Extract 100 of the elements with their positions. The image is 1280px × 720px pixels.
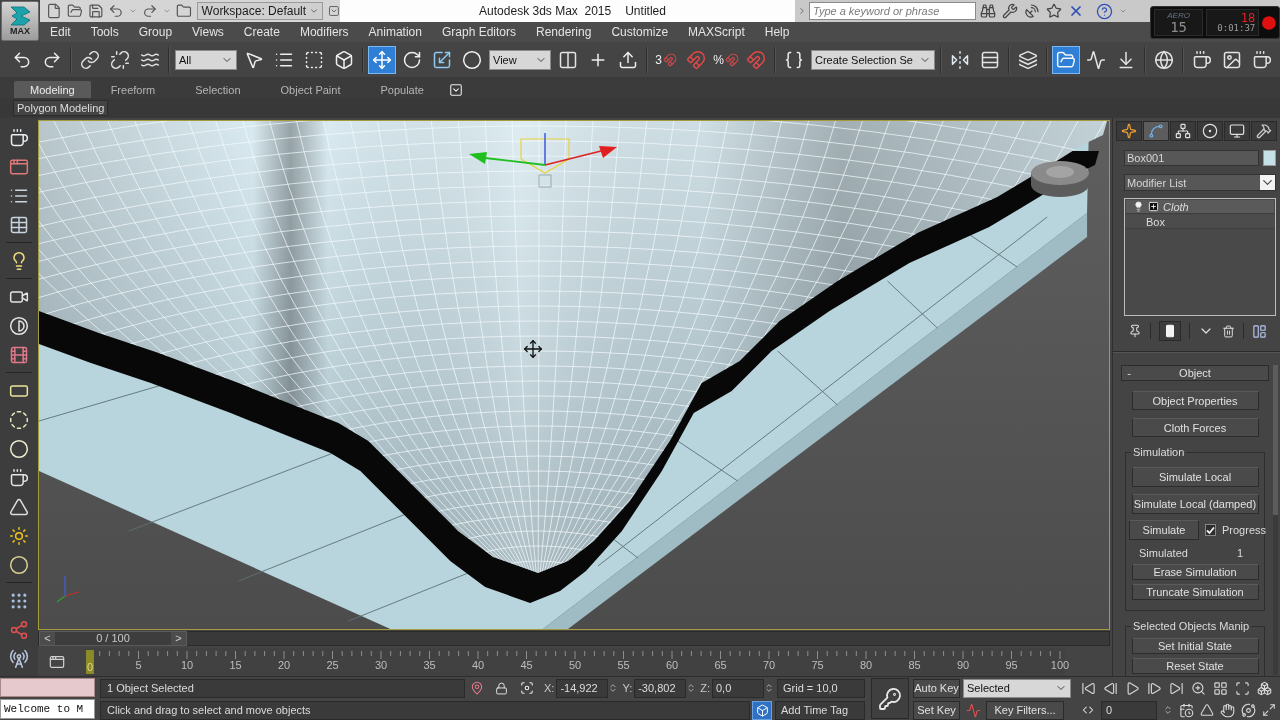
toolbar-dropdown[interactable]: Create Selection Se bbox=[811, 49, 935, 70]
cloth-scene-drawing[interactable] bbox=[39, 121, 1109, 629]
half-circle-icon[interactable] bbox=[9, 315, 29, 336]
plus-box-icon[interactable] bbox=[1148, 201, 1159, 212]
folder-icon[interactable] bbox=[66, 3, 83, 19]
x-icon[interactable] bbox=[1068, 3, 1084, 19]
menu-item[interactable]: Help bbox=[754, 22, 800, 42]
lightbulb-icon[interactable] bbox=[1133, 201, 1144, 212]
move-button[interactable] bbox=[368, 45, 396, 74]
object-name-field[interactable]: Box001 bbox=[1124, 150, 1260, 166]
frame-field[interactable]: 0 bbox=[1101, 700, 1157, 720]
table-icon[interactable] bbox=[9, 214, 29, 235]
menu-item[interactable]: Customize bbox=[601, 22, 679, 42]
file-icon[interactable] bbox=[46, 3, 62, 19]
ribbon-tab[interactable]: Selection bbox=[175, 81, 261, 98]
app-menu-button[interactable]: MAX bbox=[1, 1, 39, 41]
film-icon[interactable] bbox=[9, 344, 29, 365]
command-button[interactable]: Reset State bbox=[1131, 658, 1259, 674]
nodes-icon[interactable] bbox=[9, 619, 29, 640]
ribbon-tab[interactable]: Populate bbox=[360, 81, 444, 98]
command-button[interactable]: Set Initial State bbox=[1131, 638, 1259, 654]
command-button[interactable]: Cloth Forces bbox=[1131, 418, 1259, 437]
toolbar-dropdown[interactable]: All bbox=[175, 49, 237, 70]
key-button[interactable] bbox=[871, 678, 909, 719]
menu-item[interactable]: Create bbox=[233, 22, 290, 42]
cube-icon[interactable] bbox=[752, 700, 772, 720]
command-panel-tab[interactable] bbox=[1170, 121, 1196, 141]
menu-item[interactable]: Modifiers bbox=[289, 22, 359, 42]
workspace-dropdown[interactable]: Workspace: Default bbox=[196, 2, 324, 20]
grid-icon[interactable] bbox=[1213, 680, 1228, 696]
next-frame-button[interactable]: > bbox=[171, 632, 186, 645]
dropdown-icon[interactable] bbox=[328, 5, 340, 17]
ribbon-tab[interactable]: Modeling bbox=[14, 81, 91, 98]
time-tag-field[interactable]: Add Time Tag bbox=[775, 700, 865, 720]
menu-item[interactable]: Animation bbox=[358, 22, 432, 42]
command-panel-tab[interactable] bbox=[1143, 121, 1169, 141]
dashed-circle-icon[interactable] bbox=[9, 409, 29, 430]
chevrons-icon[interactable] bbox=[1081, 703, 1095, 717]
folder-icon[interactable] bbox=[175, 3, 192, 19]
help-icon[interactable] bbox=[1096, 2, 1113, 20]
star-icon[interactable] bbox=[1046, 3, 1062, 19]
up-down-arrows-icon[interactable] bbox=[608, 683, 619, 693]
menu-item[interactable]: Views bbox=[182, 22, 234, 42]
sun-icon[interactable] bbox=[9, 525, 29, 546]
command-panel-tab[interactable] bbox=[1116, 121, 1142, 141]
circle-icon[interactable] bbox=[9, 438, 29, 459]
calendar-icon[interactable] bbox=[1179, 702, 1194, 718]
color-swatch[interactable] bbox=[1263, 150, 1276, 166]
corners-icon[interactable] bbox=[1235, 680, 1250, 696]
command-panel-tab[interactable] bbox=[1197, 121, 1223, 141]
coordinate-field[interactable]: -14,922 bbox=[556, 678, 609, 698]
pin-icon[interactable] bbox=[1128, 324, 1142, 338]
key-mode-dropdown[interactable]: Selected bbox=[963, 678, 1071, 698]
redo-icon[interactable] bbox=[142, 3, 158, 19]
command-button[interactable]: Simulate bbox=[1129, 520, 1199, 540]
scrollbar[interactable] bbox=[1273, 365, 1278, 675]
map-pin-icon[interactable] bbox=[470, 681, 484, 695]
modifier-list-dropdown[interactable]: Modifier List bbox=[1124, 174, 1276, 191]
dropdown-icon[interactable] bbox=[448, 82, 463, 97]
binoculars-icon[interactable] bbox=[980, 3, 996, 19]
snap-button[interactable]: 3 bbox=[652, 45, 680, 74]
toolbar-dropdown[interactable]: View bbox=[489, 49, 551, 70]
ribbon-panel-label[interactable]: Polygon Modeling bbox=[13, 100, 109, 116]
up-down-arrows-icon[interactable] bbox=[686, 683, 697, 693]
menu-item[interactable]: Rendering bbox=[526, 22, 602, 42]
step-forward-icon[interactable] bbox=[1147, 680, 1162, 696]
time-slider-track[interactable]: < 0 / 100 > bbox=[38, 631, 1110, 646]
key-filters-button[interactable]: Key Filters... bbox=[986, 700, 1064, 720]
command-button[interactable]: Truncate Simulation bbox=[1131, 584, 1259, 600]
command-button[interactable]: Erase Simulation bbox=[1131, 564, 1259, 580]
command-panel-tab[interactable] bbox=[1224, 121, 1250, 141]
circle-icon[interactable] bbox=[9, 554, 29, 575]
wrench-icon[interactable] bbox=[1002, 3, 1018, 19]
panel-icon[interactable] bbox=[1252, 323, 1267, 339]
modifier-item[interactable]: Box bbox=[1126, 215, 1274, 229]
trash-icon[interactable] bbox=[1222, 324, 1235, 338]
rollout-header[interactable]: - Object bbox=[1121, 365, 1269, 381]
hand-icon[interactable] bbox=[1220, 702, 1235, 718]
ribbon-tab[interactable]: Object Paint bbox=[260, 81, 361, 98]
maximize-icon[interactable] bbox=[1262, 703, 1276, 717]
radio-tower-icon[interactable] bbox=[9, 648, 29, 669]
command-button[interactable]: Simulate Local bbox=[1131, 467, 1259, 487]
window-icon[interactable] bbox=[49, 654, 65, 670]
menu-item[interactable]: Group bbox=[128, 22, 183, 42]
skip-back-icon[interactable] bbox=[1081, 680, 1096, 696]
undo-icon[interactable] bbox=[108, 3, 125, 19]
show-end-result-button[interactable] bbox=[1159, 321, 1181, 341]
cup-icon[interactable] bbox=[9, 467, 29, 488]
menu-item[interactable]: Edit bbox=[40, 22, 81, 42]
script-output-field[interactable]: Welcome to M bbox=[0, 699, 95, 719]
modifier-item[interactable]: Cloth bbox=[1126, 200, 1274, 214]
play-icon[interactable] bbox=[1125, 680, 1140, 696]
save-icon[interactable] bbox=[87, 3, 104, 19]
menu-item[interactable]: MAXScript bbox=[678, 22, 755, 42]
script-input-field[interactable] bbox=[0, 678, 95, 697]
menu-item[interactable]: Graph Editors bbox=[431, 22, 526, 42]
orbit-icon[interactable] bbox=[1241, 702, 1256, 718]
cup-icon[interactable] bbox=[9, 127, 29, 148]
auto-key-button[interactable]: Auto Key bbox=[913, 678, 960, 698]
satellite-icon[interactable] bbox=[1024, 3, 1040, 19]
